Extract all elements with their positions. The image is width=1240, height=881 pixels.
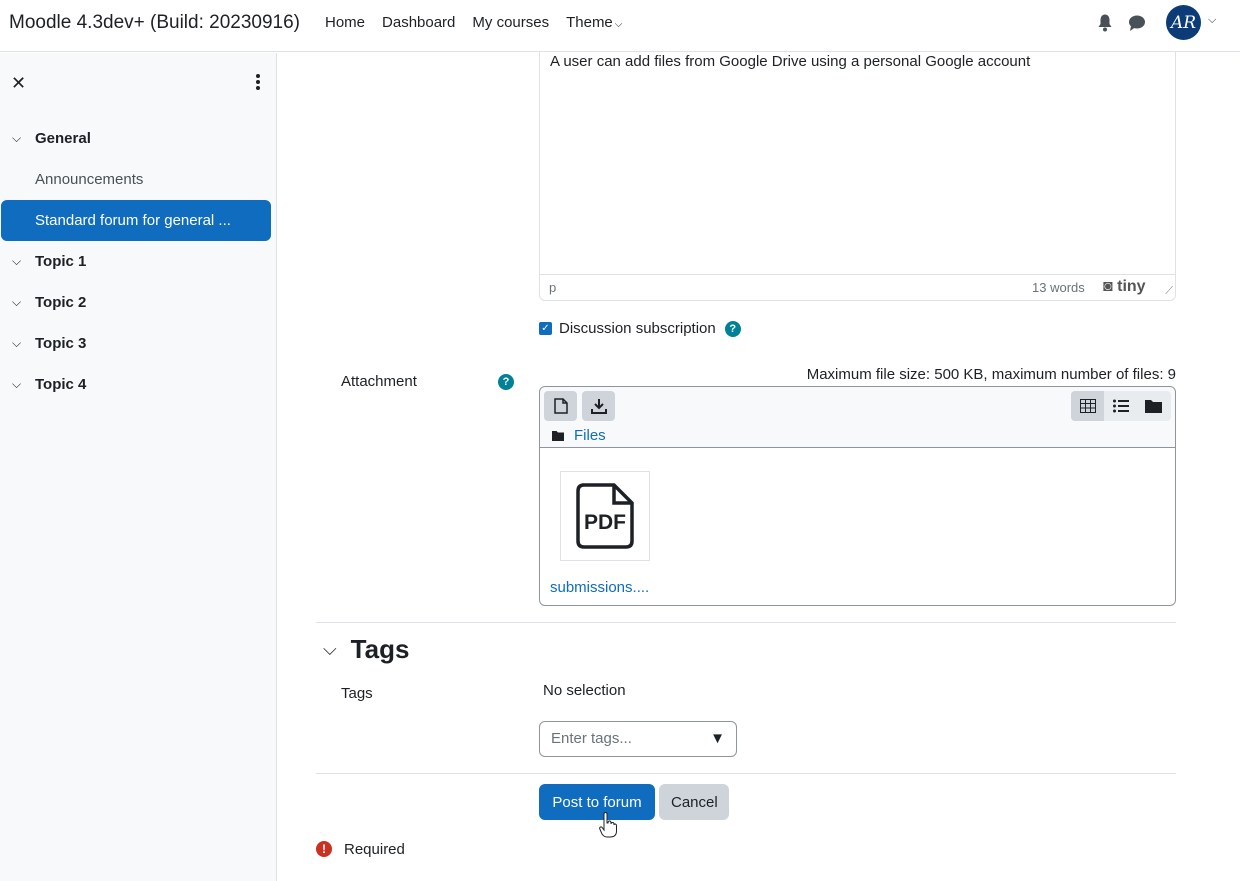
site-brand[interactable]: Moodle 4.3dev+ (Build: 20230916) — [9, 12, 300, 34]
tags-section-header[interactable]: ⌵ Tags — [323, 634, 409, 665]
help-icon[interactable]: ? — [498, 374, 514, 390]
file-icon — [553, 398, 568, 414]
discussion-subscription-checkbox[interactable]: ✓ — [539, 322, 552, 335]
chat-icon[interactable] — [1128, 14, 1146, 32]
pdf-file-icon: PDF — [576, 483, 634, 549]
course-activity-label: Announcements — [35, 171, 144, 188]
nav-home[interactable]: Home — [325, 14, 365, 31]
list-icon — [1112, 399, 1129, 413]
folder-icon — [552, 430, 564, 441]
user-avatar[interactable]: AR — [1166, 5, 1201, 40]
required-note: Required — [344, 841, 405, 858]
discussion-subscription-label[interactable]: Discussion subscription — [559, 320, 716, 337]
chevron-down-icon[interactable]: ⌵ — [12, 295, 21, 310]
editor-statusbar: p 13 words ◙ tiny ⟋ — [540, 274, 1175, 300]
nav-theme[interactable]: Theme ⌵ — [566, 14, 622, 31]
more-options-icon[interactable] — [252, 73, 264, 91]
download-icon — [590, 399, 607, 414]
file-name-link[interactable]: submissions.... — [550, 579, 649, 596]
post-to-forum-button[interactable]: Post to forum — [539, 784, 655, 820]
tiny-logo-icon[interactable]: ◙ tiny — [1103, 278, 1146, 296]
discussion-subscription-row: ✓ Discussion subscription ? — [539, 320, 741, 337]
word-count[interactable]: 13 words — [1032, 280, 1085, 295]
file-manager-toolbar: Files — [540, 387, 1175, 448]
top-navbar: Moodle 4.3dev+ (Build: 20230916) Home Da… — [0, 0, 1240, 52]
course-activity-standard-forum[interactable]: Standard forum for general ... — [1, 200, 271, 241]
chevron-down-icon[interactable]: ⌵ — [12, 131, 21, 146]
tags-autocomplete[interactable]: ▼ — [539, 721, 737, 757]
resize-handle-icon[interactable]: ⟋ — [1165, 285, 1173, 298]
file-type-label: PDF — [584, 511, 626, 534]
nav-dashboard[interactable]: Dashboard — [382, 14, 455, 31]
tags-input[interactable] — [551, 730, 701, 747]
bell-icon[interactable] — [1097, 14, 1113, 32]
course-section-label: Topic 4 — [35, 376, 87, 393]
section-divider — [316, 773, 1176, 774]
required-icon: ! — [316, 841, 332, 857]
tags-heading[interactable]: Tags — [351, 634, 410, 665]
message-editor[interactable]: A user can add files from Google Drive u… — [539, 52, 1176, 301]
course-section-label: Topic 3 — [35, 335, 87, 352]
file-path-breadcrumb: Files — [552, 427, 606, 444]
section-divider — [316, 622, 1176, 623]
grid-icon — [1079, 399, 1096, 413]
chevron-down-icon[interactable]: ⌵ — [12, 336, 21, 351]
course-section-topic-1[interactable]: ⌵ Topic 1 — [0, 241, 277, 282]
help-icon[interactable]: ? — [724, 320, 741, 337]
nav-my-courses[interactable]: My courses — [472, 14, 549, 31]
course-section-label: Topic 2 — [35, 294, 87, 311]
cancel-button[interactable]: Cancel — [659, 784, 729, 820]
tags-selection-status: No selection — [543, 682, 626, 699]
tags-field-label: Tags — [341, 685, 373, 702]
chevron-down-icon[interactable]: ⌵ — [12, 254, 21, 269]
file-thumbnail[interactable]: PDF — [560, 471, 650, 561]
file-manager[interactable]: Files PDF submissions.... — [539, 386, 1176, 606]
course-section-label: Topic 1 — [35, 253, 87, 270]
grid-view-button[interactable] — [1071, 391, 1104, 421]
chevron-down-icon: ⌵ — [614, 19, 623, 30]
course-section-label: General — [35, 130, 91, 147]
files-root-link[interactable]: Files — [574, 427, 606, 444]
course-section-topic-2[interactable]: ⌵ Topic 2 — [0, 282, 277, 323]
close-icon[interactable]: ✕ — [11, 73, 26, 94]
editor-content[interactable]: A user can add files from Google Drive u… — [550, 53, 1030, 70]
chevron-down-icon[interactable]: ⌵ — [12, 377, 21, 392]
course-index-drawer: ✕ ⌵ General Announcements Standard forum… — [0, 53, 277, 881]
max-file-size-text: Maximum file size: 500 KB, maximum numbe… — [806, 366, 1176, 383]
folder-icon — [1145, 400, 1162, 413]
view-switcher — [1071, 391, 1171, 421]
course-activity-announcements[interactable]: Announcements — [0, 159, 277, 200]
tree-view-button[interactable] — [1137, 391, 1170, 421]
tiny-brand-text: tiny — [1117, 278, 1146, 295]
course-section-general[interactable]: ⌵ General — [0, 118, 277, 159]
dropdown-arrow-icon[interactable]: ▼ — [710, 730, 725, 747]
course-section-topic-4[interactable]: ⌵ Topic 4 — [0, 364, 277, 405]
download-all-button[interactable] — [582, 391, 615, 421]
add-file-button[interactable] — [544, 391, 577, 421]
chevron-down-icon[interactable]: ⌵ — [323, 639, 337, 660]
nav-theme-label: Theme — [566, 14, 613, 31]
user-menu-chevron-icon[interactable]: ⌵ — [1208, 14, 1216, 27]
course-activity-label: Standard forum for general ... — [35, 212, 231, 229]
hand-cursor-icon — [599, 812, 617, 838]
primary-navigation: Home Dashboard My courses Theme ⌵ — [325, 14, 639, 31]
element-path[interactable]: p — [549, 280, 556, 295]
course-section-topic-3[interactable]: ⌵ Topic 3 — [0, 323, 277, 364]
attachment-label: Attachment — [341, 373, 417, 390]
list-view-button[interactable] — [1104, 391, 1137, 421]
